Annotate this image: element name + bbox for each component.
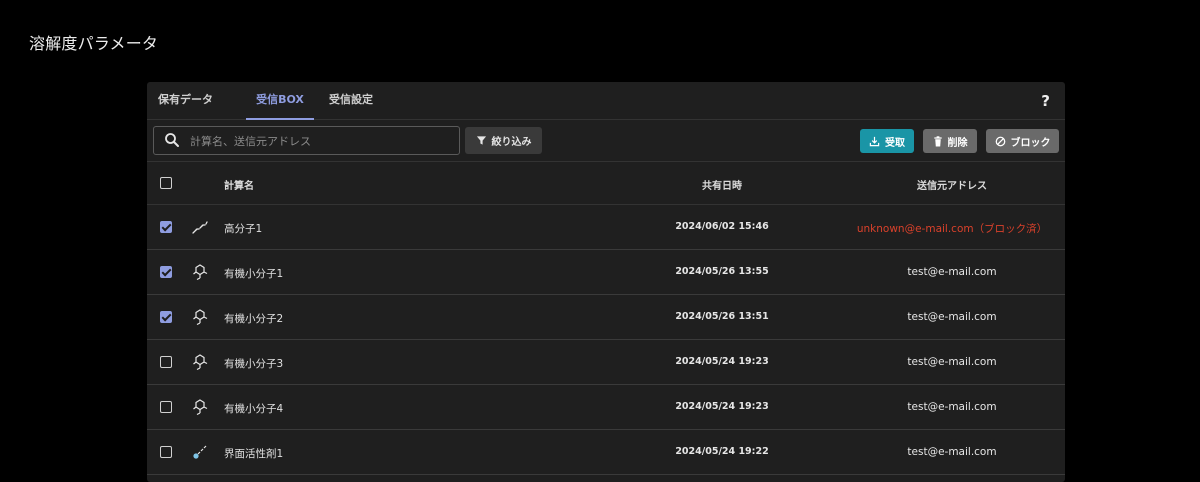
delete-button[interactable]: 削除 (923, 129, 977, 153)
filter-icon (476, 136, 486, 145)
row-name: 有機小分子1 (224, 268, 284, 280)
row-sender: test@e-mail.com (907, 311, 997, 323)
select-all-checkbox[interactable] (160, 177, 172, 189)
row-name: 界面活性剤1 (224, 448, 284, 460)
download-icon (869, 136, 880, 146)
row-name: 有機小分子2 (224, 313, 284, 325)
molecule-icon (191, 308, 209, 326)
row-checkbox[interactable] (160, 221, 172, 233)
table-header: 計算名 共有日時 送信元アドレス (147, 162, 1065, 205)
search-input[interactable] (188, 127, 454, 156)
row-date: 2024/06/02 15:46 (675, 221, 769, 232)
molecule-icon (191, 263, 209, 281)
tab-owned-data-box[interactable]: 保有データBOX (158, 82, 236, 142)
receive-button-label: 受取 (885, 137, 905, 149)
toolbar: 絞り込み 受取 削除 ブロック (147, 120, 1065, 162)
row-date: 2024/05/26 13:51 (675, 311, 769, 322)
row-name: 高分子1 (224, 223, 263, 235)
tab-bar: 保有データBOX 受信BOX 受信設定 ? (147, 82, 1065, 142)
table-row[interactable]: 有機小分子3 2024/05/24 19:23 test@e-mail.com (147, 340, 1065, 385)
row-date: 2024/05/24 19:23 (675, 356, 769, 367)
row-date: 2024/05/26 13:55 (675, 266, 769, 277)
header-name[interactable]: 計算名 (224, 177, 254, 192)
row-checkbox[interactable] (160, 401, 172, 413)
row-sender: test@e-mail.com (907, 401, 997, 413)
table-row[interactable]: 有機小分子2 2024/05/26 13:51 test@e-mail.com (147, 295, 1065, 340)
tab-receive-box[interactable]: 受信BOX (246, 82, 314, 120)
receive-button[interactable]: 受取 (860, 129, 914, 153)
receive-box-panel: 保有データBOX 受信BOX 受信設定 ? 絞り込み 受取 (147, 82, 1065, 482)
table-row[interactable]: 有機小分子4 2024/05/24 19:23 test@e-mail.com (147, 385, 1065, 430)
row-sender: test@e-mail.com (907, 446, 997, 458)
row-sender: unknown@e-mail.com（ブロック済） (856, 223, 1048, 235)
filter-button[interactable]: 絞り込み (465, 127, 542, 154)
block-button[interactable]: ブロック (986, 129, 1059, 153)
block-icon (995, 136, 1005, 146)
row-sender: test@e-mail.com (907, 356, 997, 368)
row-sender: test@e-mail.com (907, 266, 997, 278)
help-button[interactable]: ? (1041, 92, 1050, 110)
row-checkbox[interactable] (160, 356, 172, 368)
page-title: 溶解度パラメータ (29, 34, 159, 53)
table-row[interactable]: 高分子1 2024/06/02 15:46 unknown@e-mail.com（ブ… (147, 205, 1065, 250)
trash-icon (933, 135, 942, 147)
row-checkbox[interactable] (160, 446, 172, 458)
table-body: 高分子1 2024/06/02 15:46 unknown@e-mail.com（ブ… (147, 205, 1065, 475)
row-checkbox[interactable] (160, 266, 172, 278)
search-box (153, 126, 460, 156)
surfactant-icon (191, 443, 209, 461)
molecule-icon (191, 398, 209, 416)
row-date: 2024/05/24 19:23 (675, 401, 769, 412)
row-name: 有機小分子4 (224, 403, 284, 415)
polymer-icon (191, 218, 209, 236)
tab-receive-settings[interactable]: 受信設定 (323, 82, 379, 119)
delete-button-label: 削除 (947, 137, 968, 149)
row-name: 有機小分子3 (224, 358, 284, 370)
table-row[interactable]: 有機小分子1 2024/05/26 13:55 test@e-mail.com (147, 250, 1065, 295)
header-sender[interactable]: 送信元アドレス (852, 177, 1052, 192)
molecule-icon (191, 353, 209, 371)
block-button-label: ブロック (1010, 137, 1051, 149)
row-checkbox[interactable] (160, 311, 172, 323)
search-icon (165, 133, 179, 147)
header-date[interactable]: 共有日時 (622, 177, 822, 192)
row-date: 2024/05/24 19:22 (675, 446, 769, 457)
table-row[interactable]: 界面活性剤1 2024/05/24 19:22 test@e-mail.com (147, 430, 1065, 475)
filter-button-label: 絞り込み (491, 137, 532, 148)
